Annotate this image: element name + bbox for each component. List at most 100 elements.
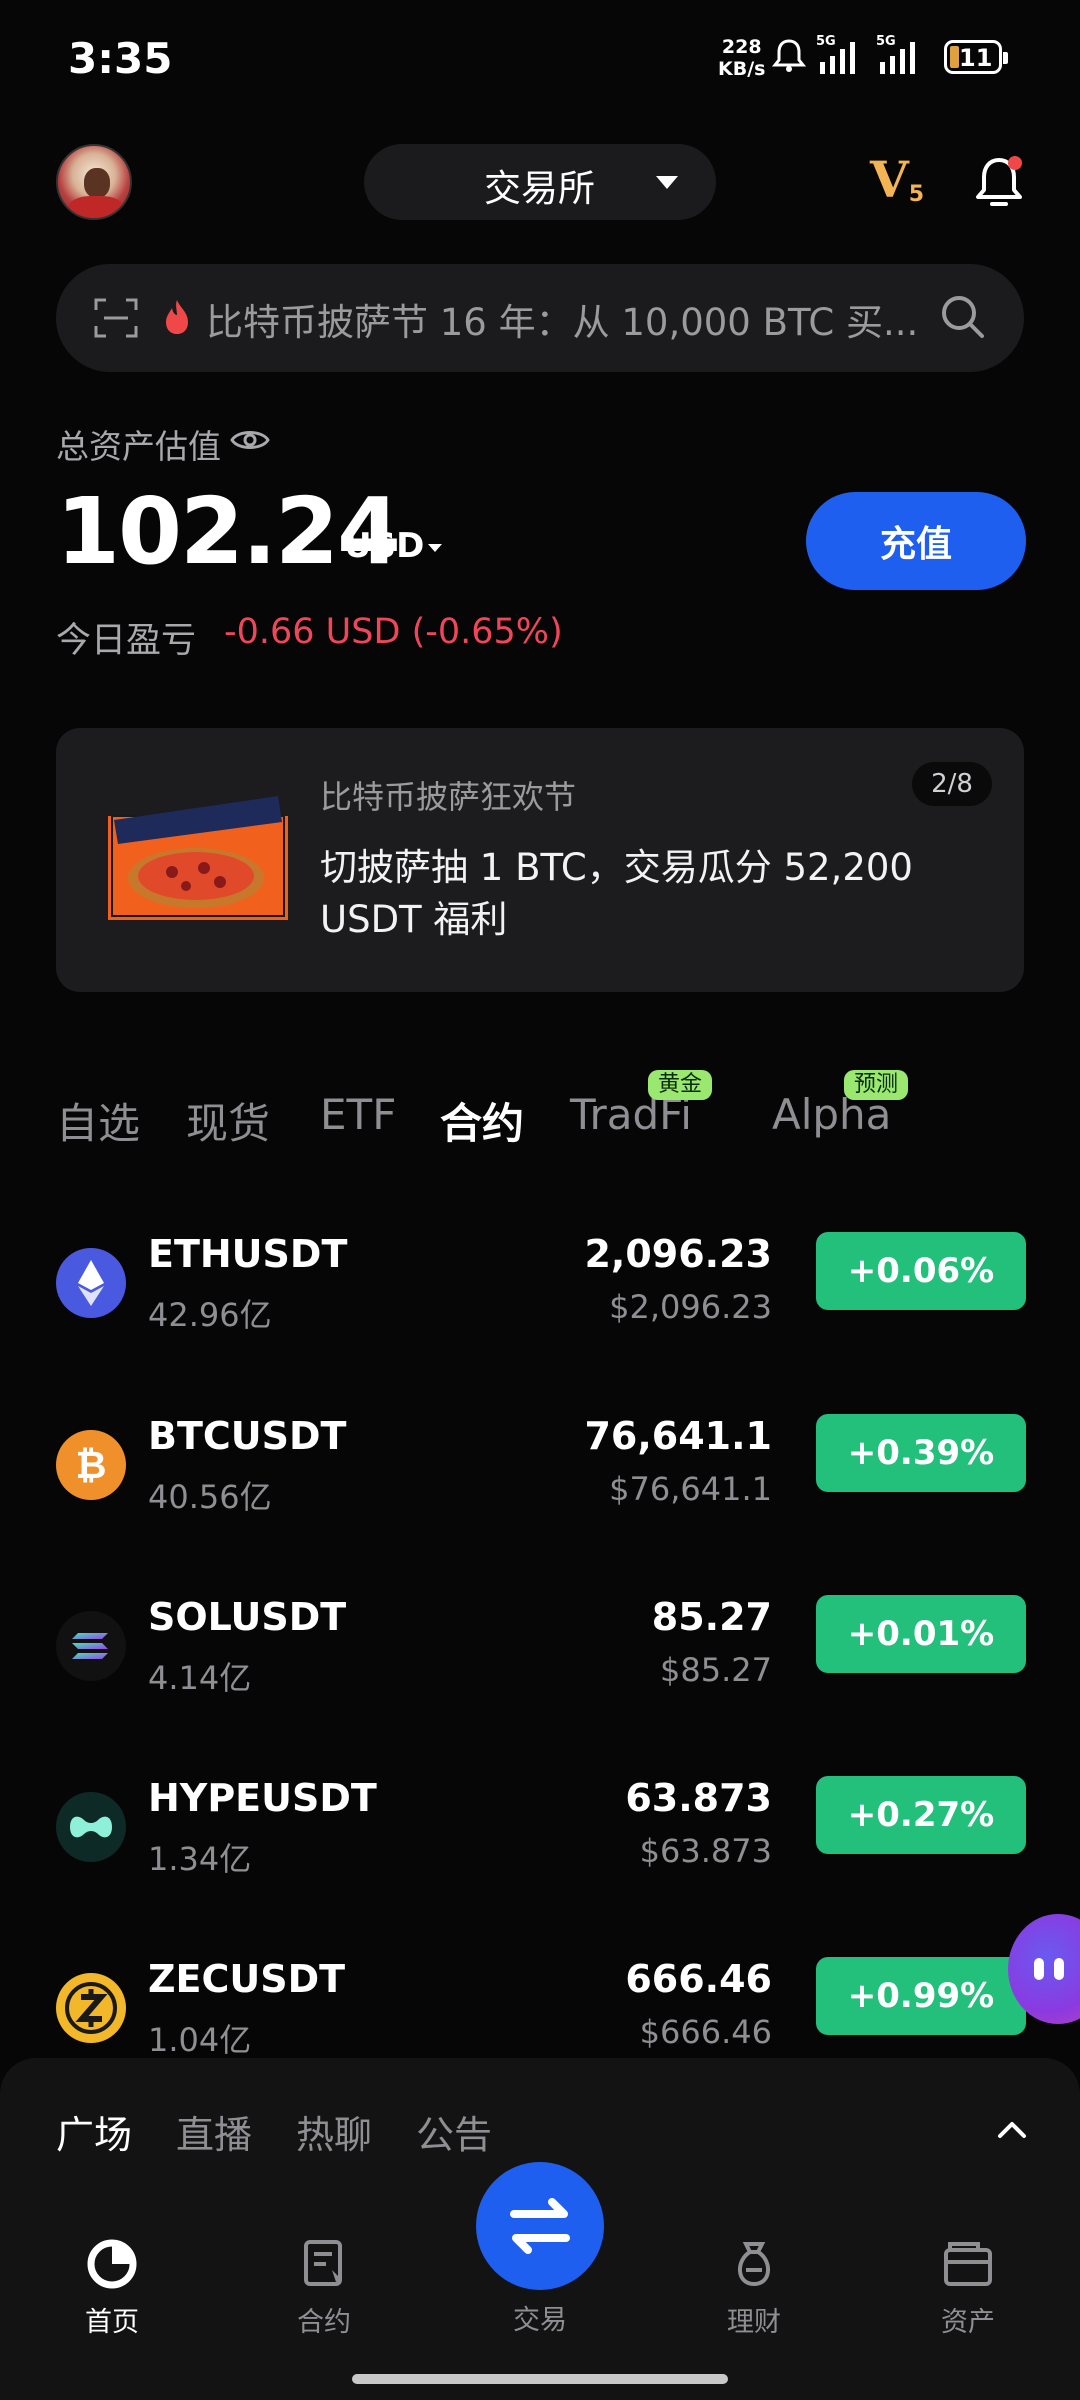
eye-icon[interactable] [230,426,270,454]
caret-down-icon [428,544,442,552]
exchange-switcher[interactable]: 交易所 [364,144,716,220]
avatar-shirt [68,196,124,218]
pair-price: 666.46 [625,1957,772,2001]
nav-futures-label: 合约 [297,2307,351,2338]
pair-volume: 1.34亿 [148,1840,252,1878]
pair-price-usd: $76,641.1 [609,1470,772,1508]
pair-change-button[interactable]: +0.06% [816,1232,1026,1310]
battery-icon: 11 [944,40,1008,74]
tab-alpha-badge: 预测 [844,1070,909,1100]
pair-price: 76,641.1 [584,1414,772,1458]
ethereum-icon [56,1248,126,1318]
nav-earn[interactable]: 理财 [684,2238,824,2339]
currency-selector[interactable]: USD [344,526,424,566]
signal-icon: 5G [816,34,866,80]
banner-description: 切披萨抽 1 BTC，交易瓜分 52,200 USDT 福利 [320,846,913,941]
network-speed-unit: KB/s [718,58,766,80]
pair-change-button[interactable]: +0.39% [816,1414,1026,1492]
bitcoin-icon: ₿ [56,1430,126,1500]
nav-earn-label: 理财 [727,2307,781,2338]
scan-icon[interactable] [94,298,138,338]
signal-2-icon: 5G [876,34,926,80]
pair-change-button[interactable]: +0.27% [816,1776,1026,1854]
battery-percent: 11 [959,44,993,72]
tab-futures[interactable]: 合约 [440,1090,524,1151]
tab-spot[interactable]: 现货 [186,1090,270,1151]
pair-name: SOLUSDT [148,1595,347,1639]
home-icon [87,2239,137,2289]
zcash-glyph [65,1982,117,2034]
ethereum-glyph [78,1260,104,1306]
battery-level [950,46,959,68]
chevron-up-icon[interactable] [996,2118,1028,2140]
ai-eye-left [1034,1958,1044,1980]
notification-button[interactable] [972,154,1026,210]
home-indicator[interactable] [352,2374,728,2384]
nav-futures[interactable]: 合约 [254,2238,394,2339]
vip-letter: V [870,150,909,209]
exchange-label: 交易所 [484,167,595,210]
pair-change-button[interactable]: +0.99% [816,1957,1026,2035]
search-bar[interactable]: 比特币披萨节 16 年：从 10,000 BTC 买... [56,264,1024,372]
trade-button[interactable] [476,2162,604,2290]
pair-name: ETHUSDT [148,1232,348,1276]
tab-etf[interactable]: ETF [320,1090,396,1139]
total-assets-label: 总资产估值 [56,427,221,466]
tab-favorites[interactable]: 自选 [56,1090,140,1151]
nav-trade-label: 交易 [513,2305,567,2336]
pair-price: 85.27 [651,1595,772,1639]
hyperliquid-glyph [70,1816,112,1838]
network-speed: 228 KB/s [718,36,765,80]
market-row-btc[interactable]: ₿ BTCUSDT 40.56亿 76,641.1 $76,641.1 +0.3… [0,1400,1080,1560]
pair-name: ZECUSDT [148,1957,346,2001]
tab-tradfi-badge: 黄金 [648,1070,713,1100]
banner-title: 比特币披萨狂欢节 [320,778,577,816]
sim1-label: 5G [816,34,836,49]
swap-icon [510,2198,570,2254]
feed-tab-live[interactable]: 直播 [176,2104,252,2159]
pair-volume: 42.96亿 [148,1296,272,1334]
battery-nub [1003,52,1008,64]
notification-dot [1008,156,1022,170]
feed-tab-announcements[interactable]: 公告 [416,2104,492,2159]
pair-name: BTCUSDT [148,1414,347,1458]
status-bar: 3:35 228 KB/s 5G 5G 11 [0,0,1080,120]
notification-bell-icon [772,39,806,72]
sim2-label: 5G [876,34,896,49]
zcash-icon [56,1973,126,2043]
nav-assets-label: 资产 [941,2307,995,2338]
pair-volume: 4.14亿 [148,1659,252,1697]
nav-assets[interactable]: 资产 [898,2238,1038,2339]
banner-pager: 2/8 [912,762,992,806]
earn-icon [738,2242,770,2287]
vip-badge[interactable]: V5 [870,150,924,209]
pair-price-usd: $63.873 [639,1832,772,1870]
user-avatar[interactable] [56,144,132,220]
nav-home[interactable]: 首页 [42,2238,182,2339]
market-row-sol[interactable]: SOLUSDT 4.14亿 85.27 $85.27 +0.01% [0,1581,1080,1741]
solana-icon [56,1611,126,1681]
feed-tab-hot-chat[interactable]: 热聊 [296,2104,372,2159]
nav-home-label: 首页 [85,2307,139,2338]
market-tabs: 自选 现货 ETF 合约 TradFi 黄金 Alpha 预测 [0,1070,1080,1160]
today-pnl-value: -0.66 USD (-0.65%) [224,612,563,652]
hyperliquid-icon [56,1792,126,1862]
vip-number: 5 [908,182,925,207]
svg-text:₿: ₿ [76,1443,107,1487]
pizza-box-image [108,796,288,920]
pair-price: 63.873 [625,1776,772,1820]
deposit-button[interactable]: 充值 [806,492,1026,590]
feed-tab-square[interactable]: 广场 [56,2104,132,2159]
promo-banner[interactable]: 比特币披萨狂欢节 切披萨抽 1 BTC，交易瓜分 52,200 USDT 福利 … [56,728,1024,992]
pair-volume: 1.04亿 [148,2021,252,2059]
pair-change-button[interactable]: +0.01% [816,1595,1026,1673]
bitcoin-glyph: ₿ [76,1443,107,1487]
ai-eye-right [1054,1958,1064,1980]
market-row-hype[interactable]: HYPEUSDT 1.34亿 63.873 $63.873 +0.27% [0,1762,1080,1922]
chevron-down-icon [656,176,678,189]
futures-icon [304,2240,342,2286]
search-icon[interactable] [940,294,986,340]
market-row-eth[interactable]: ETHUSDT 42.96亿 2,096.23 $2,096.23 +0.06% [0,1218,1080,1378]
fire-icon [166,300,188,334]
avatar-face [84,168,110,198]
